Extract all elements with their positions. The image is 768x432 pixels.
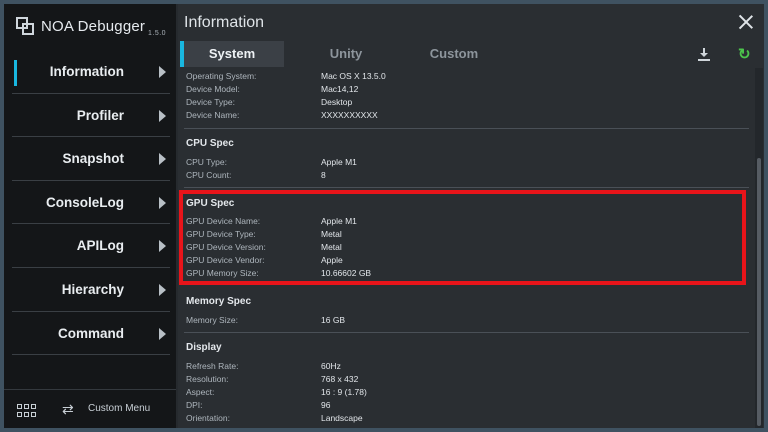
chevron-right-icon <box>159 283 166 296</box>
app-name: NOA Debugger <box>41 17 146 35</box>
info-row: CPU Count: 8 <box>186 170 326 180</box>
tab-system[interactable]: System <box>180 41 284 67</box>
app-version: 1.5.0 <box>148 30 167 37</box>
section-divider <box>184 128 749 129</box>
chevron-right-icon <box>159 153 166 166</box>
sidebar-item-label: Snapshot <box>62 151 124 167</box>
section-title-display: Display <box>186 342 222 353</box>
sidebar-item-label: Information <box>49 64 124 79</box>
active-tab-indicator <box>180 41 184 67</box>
tab-label: System <box>208 46 256 61</box>
chevron-right-icon <box>159 196 166 209</box>
app-logo: NOA Debugger <box>16 16 145 36</box>
sidebar-item-profiler[interactable]: Profiler <box>12 94 170 138</box>
info-row: Aspect: 16 : 9 (1.78) <box>186 387 367 397</box>
info-row: CPU Type: Apple M1 <box>186 157 357 167</box>
tab-unity[interactable]: Unity <box>294 41 398 67</box>
custom-menu-button[interactable]: Custom Menu <box>88 403 150 414</box>
info-row: Orientation: Landscape <box>186 413 363 423</box>
refresh-icon[interactable]: ↻ <box>738 45 751 63</box>
sidebar-item-label: ConsoleLog <box>46 194 124 210</box>
app-window: NOA Debugger 1.5.0 Information Profiler … <box>4 4 764 428</box>
sidebar-footer: ⇄ Custom Menu <box>4 389 176 428</box>
close-icon[interactable] <box>738 14 754 30</box>
chevron-right-icon <box>159 327 166 340</box>
sidebar: NOA Debugger 1.5.0 Information Profiler … <box>4 4 176 428</box>
info-row: Device Model: Mac14,12 <box>186 84 359 94</box>
info-row: Device Name: XXXXXXXXXX <box>186 110 378 120</box>
sidebar-item-apilog[interactable]: APILog <box>12 224 170 268</box>
info-row: DPI: 96 <box>186 400 331 410</box>
active-indicator <box>14 60 17 86</box>
info-row: Device Type: Desktop <box>186 97 353 107</box>
page-title: Information <box>184 14 265 31</box>
info-row: Resolution: 768 x 432 <box>186 374 359 384</box>
sidebar-item-label: Hierarchy <box>61 281 124 297</box>
chevron-right-icon <box>159 240 166 253</box>
tab-custom[interactable]: Custom <box>402 41 506 67</box>
scrollbar-thumb[interactable] <box>757 158 761 426</box>
sidebar-item-hierarchy[interactable]: Hierarchy <box>12 268 170 312</box>
swap-arrows-icon[interactable]: ⇄ <box>62 401 74 418</box>
section-divider <box>184 187 749 188</box>
sidebar-nav: Information Profiler Snapshot ConsoleLog… <box>12 50 170 356</box>
section-title-cpu: CPU Spec <box>186 138 234 149</box>
tab-label: Unity <box>329 46 363 61</box>
section-title-memory: Memory Spec <box>186 296 252 307</box>
sidebar-item-information[interactable]: Information <box>12 50 170 94</box>
chevron-right-icon <box>159 66 166 78</box>
chevron-right-icon <box>159 109 166 122</box>
section-divider <box>184 332 749 333</box>
info-row: Refresh Rate: 60Hz <box>186 361 341 371</box>
sidebar-item-command[interactable]: Command <box>12 312 170 356</box>
info-row: Operating System: Mac OS X 13.5.0 <box>186 71 386 81</box>
sidebar-item-label: Command <box>57 325 124 341</box>
sidebar-item-label: APILog <box>76 238 124 254</box>
tab-label: Custom <box>429 46 479 61</box>
tab-bar: System Unity Custom ↻ <box>180 41 760 67</box>
download-icon[interactable] <box>698 48 710 62</box>
vertical-scrollbar[interactable] <box>755 68 763 428</box>
noa-logo-icon <box>16 17 34 35</box>
gpu-highlight-box <box>179 190 746 285</box>
sidebar-item-label: Profiler <box>76 107 124 123</box>
sidebar-item-snapshot[interactable]: Snapshot <box>12 137 170 181</box>
sidebar-item-consolelog[interactable]: ConsoleLog <box>12 181 170 225</box>
info-row: Memory Size: 16 GB <box>186 315 346 325</box>
information-content: Operating System: Mac OS X 13.5.0 Device… <box>178 68 753 428</box>
grid-menu-icon[interactable] <box>17 404 37 418</box>
main-panel: Information System Unity Custom ↻ Operat… <box>178 4 764 428</box>
